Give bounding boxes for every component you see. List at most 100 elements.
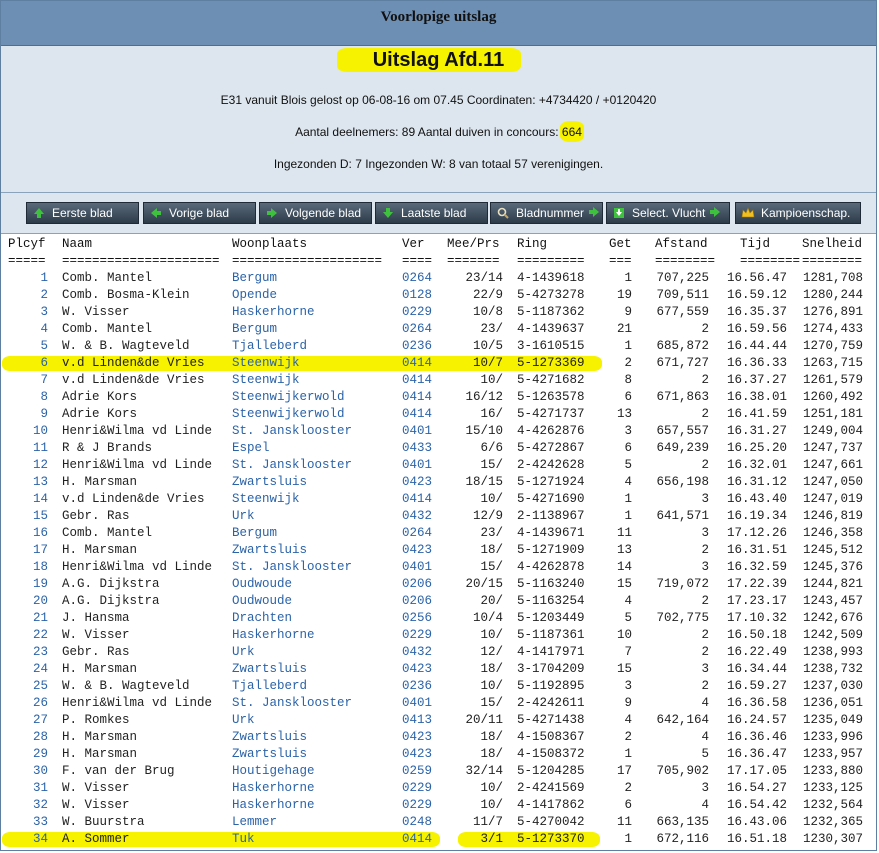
nav-button-kampioenschap[interactable]: Kampioenschap. bbox=[735, 202, 861, 224]
nav-button-bladnummer[interactable]: Bladnummer bbox=[490, 202, 603, 224]
cell-name: v.d Linden&de Vries bbox=[62, 356, 205, 370]
cell-residence[interactable]: Haskerhorne bbox=[232, 798, 315, 812]
cell-residence[interactable]: Opende bbox=[232, 288, 277, 302]
cell-residence[interactable]: St. Jansklooster bbox=[232, 424, 352, 438]
table-row: 8 Adrie Kors Steenwijkerwold 0414 16/12 5-126… bbox=[0, 389, 877, 406]
cell-distance: 2 bbox=[701, 322, 709, 336]
cell-place: 10 bbox=[32, 424, 48, 438]
cell-residence[interactable]: Tjalleberd bbox=[232, 679, 307, 693]
cell-residence[interactable]: Espel bbox=[232, 441, 270, 455]
cell-marked: 3 bbox=[624, 679, 632, 693]
cell-residence[interactable]: Haskerhorne bbox=[232, 781, 315, 795]
cell-club: 0432 bbox=[402, 645, 433, 659]
cell-name: W. & B. Wagteveld bbox=[62, 679, 190, 693]
cell-time: 16.38.01 bbox=[726, 390, 787, 404]
cell-speed: 1247,737 bbox=[802, 441, 863, 455]
cell-residence[interactable]: St. Jansklooster bbox=[232, 560, 352, 574]
cell-club: 0423 bbox=[402, 747, 433, 761]
cell-name: F. van der Brug bbox=[62, 764, 175, 778]
cell-speed: 1246,819 bbox=[802, 509, 863, 523]
cell-residence[interactable]: St. Jansklooster bbox=[232, 458, 352, 472]
cell-marked: 21 bbox=[616, 322, 632, 336]
nav-button-volgende-blad[interactable]: Volgende blad bbox=[259, 202, 372, 224]
cell-ring: 5-1203449 bbox=[517, 611, 585, 625]
cell-residence[interactable]: Oudwoude bbox=[232, 594, 292, 608]
cell-residence[interactable]: Steenwijk bbox=[232, 492, 300, 506]
cell-residence[interactable]: Drachten bbox=[232, 611, 292, 625]
cell-distance: 657,557 bbox=[656, 424, 709, 438]
cell-residence[interactable]: Zwartsluis bbox=[232, 662, 307, 676]
cell-entries: 10/ bbox=[480, 628, 503, 642]
underline-entries: ======= bbox=[447, 254, 500, 268]
cell-ring: 5-4270042 bbox=[517, 815, 585, 829]
cell-residence[interactable]: Bergum bbox=[232, 526, 277, 540]
cell-club: 0236 bbox=[402, 339, 433, 353]
cell-club: 0413 bbox=[402, 713, 433, 727]
cell-entries: 10/ bbox=[480, 492, 503, 506]
button-label: Select. Vlucht bbox=[632, 206, 706, 220]
cell-speed: 1280,244 bbox=[802, 288, 863, 302]
cell-time: 17.10.32 bbox=[726, 611, 787, 625]
cell-speed: 1233,957 bbox=[802, 747, 863, 761]
cell-name: W. & B. Wagteveld bbox=[62, 339, 190, 353]
cell-residence[interactable]: Zwartsluis bbox=[232, 475, 307, 489]
cell-residence[interactable]: Urk bbox=[232, 713, 255, 727]
cell-ring: 4-4262876 bbox=[517, 424, 585, 438]
cell-distance: 649,239 bbox=[656, 441, 709, 455]
arrow-down-icon bbox=[381, 206, 395, 220]
cell-distance: 2 bbox=[701, 407, 709, 421]
cell-entries: 18/ bbox=[480, 543, 503, 557]
cell-name: H. Marsman bbox=[62, 475, 138, 489]
cell-time: 16.41.59 bbox=[726, 407, 787, 421]
cell-marked: 4 bbox=[624, 713, 632, 727]
cell-residence[interactable]: Haskerhorne bbox=[232, 628, 315, 642]
cell-ring: 5-1187362 bbox=[517, 305, 585, 319]
cell-entries: 10/ bbox=[480, 679, 503, 693]
arrow-right-icon bbox=[709, 206, 721, 221]
cell-speed: 1247,661 bbox=[802, 458, 863, 472]
cell-speed: 1232,564 bbox=[802, 798, 863, 812]
cell-ring: 5-1263578 bbox=[517, 390, 585, 404]
cell-residence[interactable]: St. Jansklooster bbox=[232, 696, 352, 710]
cell-club: 0229 bbox=[402, 305, 433, 319]
cell-club: 0256 bbox=[402, 611, 433, 625]
cell-marked: 5 bbox=[624, 458, 632, 472]
cell-residence[interactable]: Urk bbox=[232, 645, 255, 659]
cell-club: 0423 bbox=[402, 662, 433, 676]
cell-residence[interactable]: Steenwijk bbox=[232, 373, 300, 387]
cell-ring: 2-4241569 bbox=[517, 781, 585, 795]
cell-residence[interactable]: Tuk bbox=[232, 832, 255, 846]
nav-button-select-vlucht[interactable]: Select. Vlucht bbox=[606, 202, 730, 224]
cell-name: H. Marsman bbox=[62, 662, 138, 676]
cell-residence[interactable]: Haskerhorne bbox=[232, 305, 315, 319]
cell-marked: 1 bbox=[624, 832, 632, 846]
cell-residence[interactable]: Bergum bbox=[232, 322, 277, 336]
nav-button-eerste-blad[interactable]: Eerste blad bbox=[26, 202, 139, 224]
nav-button-vorige-blad[interactable]: Vorige blad bbox=[143, 202, 256, 224]
cell-distance: 2 bbox=[701, 628, 709, 642]
cell-residence[interactable]: Zwartsluis bbox=[232, 730, 307, 744]
cell-residence[interactable]: Oudwoude bbox=[232, 577, 292, 591]
cell-residence[interactable]: Zwartsluis bbox=[232, 543, 307, 557]
cell-residence[interactable]: Steenwijk bbox=[232, 356, 300, 370]
cell-residence[interactable]: Zwartsluis bbox=[232, 747, 307, 761]
cell-residence[interactable]: Steenwijkerwold bbox=[232, 407, 345, 421]
cell-place: 3 bbox=[40, 305, 48, 319]
cell-marked: 15 bbox=[616, 662, 632, 676]
nav-button-laatste-blad[interactable]: Laatste blad bbox=[375, 202, 488, 224]
cell-residence[interactable]: Houtigehage bbox=[232, 764, 315, 778]
crown-icon bbox=[741, 206, 755, 220]
cell-ring: 2-4242628 bbox=[517, 458, 585, 472]
cell-entries: 18/ bbox=[480, 730, 503, 744]
cell-distance: 3 bbox=[701, 492, 709, 506]
table-row: 4 Comb. Mantel Bergum 0264 23/4-1439637 21 2 16… bbox=[0, 321, 877, 338]
cell-place: 15 bbox=[32, 509, 48, 523]
cell-residence[interactable]: Lemmer bbox=[232, 815, 277, 829]
cell-residence[interactable]: Tjalleberd bbox=[232, 339, 307, 353]
cell-marked: 10 bbox=[616, 628, 632, 642]
cell-residence[interactable]: Steenwijkerwold bbox=[232, 390, 345, 404]
cell-time: 16.36.46 bbox=[726, 730, 787, 744]
cell-residence[interactable]: Bergum bbox=[232, 271, 277, 285]
cell-place: 20 bbox=[32, 594, 48, 608]
cell-residence[interactable]: Urk bbox=[232, 509, 255, 523]
